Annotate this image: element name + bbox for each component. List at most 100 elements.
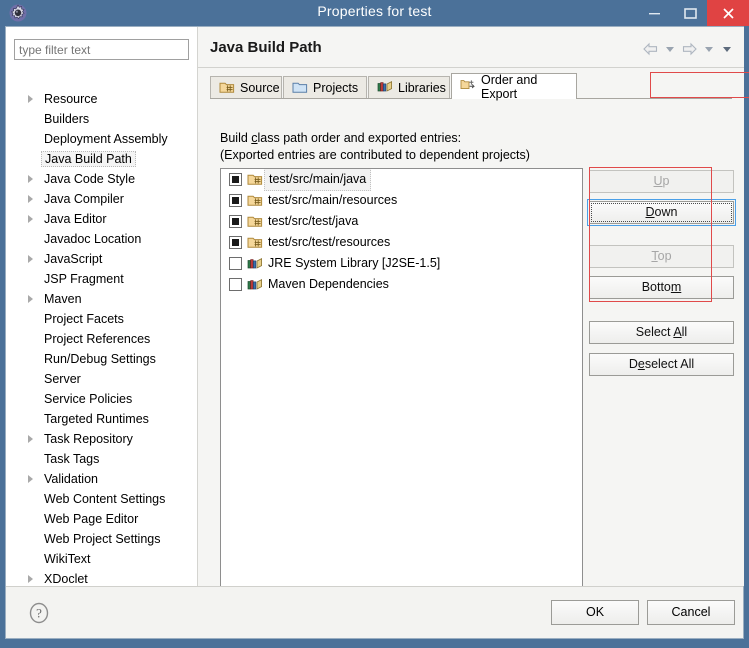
tab-order-and-export[interactable]: Order and Export [451, 73, 577, 101]
sidebar-item-java-code-style[interactable]: Java Code Style [6, 169, 197, 189]
entry-export-checkbox[interactable] [229, 173, 242, 186]
sidebar-item-javadoc-location[interactable]: Javadoc Location [6, 229, 197, 249]
ok-button[interactable]: OK [551, 600, 639, 625]
move-down-button[interactable]: Down [587, 199, 736, 226]
sidebar-item-label: Java Compiler [44, 192, 124, 206]
page-navigation-controls [642, 40, 734, 58]
view-menu-chevron-down-icon[interactable] [723, 46, 731, 52]
settings-tree[interactable]: Resource Builders Deployment Assembly Java … [6, 89, 197, 584]
move-up-button[interactable]: Up [589, 170, 734, 193]
maximize-button[interactable] [673, 0, 707, 26]
sidebar-item-java-editor[interactable]: Java Editor [6, 209, 197, 229]
sidebar-item-wikitext[interactable]: WikiText [6, 549, 197, 569]
settings-navigation-pane: Resource Builders Deployment Assembly Java … [6, 27, 198, 586]
sidebar-item-java-compiler[interactable]: Java Compiler [6, 189, 197, 209]
expand-arrow-icon[interactable] [28, 575, 33, 583]
move-top-button[interactable]: Top [589, 245, 734, 268]
expand-arrow-icon[interactable] [28, 475, 33, 483]
move-bottom-button[interactable]: Bottom [589, 276, 734, 299]
sidebar-item-web-content-settings[interactable]: Web Content Settings [6, 489, 197, 509]
expand-arrow-icon[interactable] [28, 295, 33, 303]
sidebar-item-label: Java Code Style [44, 172, 136, 186]
build-path-tabs: Source Projects Libraries Order and Export [210, 73, 732, 101]
build-path-entry-row[interactable]: test/src/test/resources [221, 232, 582, 253]
entry-export-checkbox[interactable] [229, 236, 242, 249]
entry-label: test/src/test/resources [268, 235, 391, 249]
forward-history-chevron-down-icon[interactable] [705, 46, 713, 52]
sidebar-item-project-references[interactable]: Project References [6, 329, 197, 349]
sidebar-item-xdoclet[interactable]: XDoclet [6, 569, 197, 584]
sidebar-item-javascript[interactable]: JavaScript [6, 249, 197, 269]
sidebar-item-label: Web Page Editor [44, 512, 139, 526]
sidebar-item-task-repository[interactable]: Task Repository [6, 429, 197, 449]
select-all-button[interactable]: Select All [589, 321, 734, 344]
build-path-entry-row[interactable]: Maven Dependencies [221, 274, 582, 295]
sidebar-item-service-policies[interactable]: Service Policies [6, 389, 197, 409]
back-arrow-icon[interactable] [642, 42, 659, 56]
sidebar-item-label: Java Editor [44, 212, 107, 226]
filter-input[interactable] [14, 39, 189, 60]
entry-export-checkbox[interactable] [229, 278, 242, 291]
build-path-entry-row[interactable]: test/src/test/java [221, 211, 582, 232]
svg-text:?: ? [36, 606, 42, 621]
dialog-client-area: Resource Builders Deployment Assembly Java … [5, 26, 749, 639]
expand-arrow-icon[interactable] [28, 215, 33, 223]
sidebar-item-label: XDoclet [44, 572, 88, 584]
back-history-chevron-down-icon[interactable] [666, 46, 674, 52]
deselect-all-button[interactable]: Deselect All [589, 353, 734, 376]
sidebar-item-deployment-assembly[interactable]: Deployment Assembly [6, 129, 197, 149]
minimize-button[interactable] [635, 0, 673, 26]
sidebar-item-validation[interactable]: Validation [6, 469, 197, 489]
entry-export-checkbox[interactable] [229, 194, 242, 207]
build-path-entry-row[interactable]: test/src/main/resources [221, 190, 582, 211]
sidebar-item-label: Targeted Runtimes [44, 412, 149, 426]
library-icon [247, 256, 263, 271]
expand-arrow-icon[interactable] [28, 95, 33, 103]
build-path-entries-list[interactable]: test/src/main/java test/src/main/resource… [220, 168, 583, 598]
sidebar-item-label: Task Tags [44, 452, 100, 466]
entry-label: Maven Dependencies [268, 277, 389, 291]
entry-export-checkbox[interactable] [229, 215, 242, 228]
sidebar-item-task-tags[interactable]: Task Tags [6, 449, 197, 469]
sidebar-item-targeted-runtimes[interactable]: Targeted Runtimes [6, 409, 197, 429]
sidebar-item-resource[interactable]: Resource [6, 89, 197, 109]
forward-arrow-icon[interactable] [681, 42, 698, 56]
sidebar-item-label: JSP Fragment [44, 272, 124, 286]
dialog-footer: ? OK Cancel [6, 587, 743, 638]
source-folder-icon [247, 193, 263, 208]
sidebar-item-label: Deployment Assembly [44, 132, 168, 146]
expand-arrow-icon[interactable] [28, 255, 33, 263]
sidebar-item-builders[interactable]: Builders [6, 109, 197, 129]
sidebar-item-run-debug-settings[interactable]: Run/Debug Settings [6, 349, 197, 369]
sidebar-item-server[interactable]: Server [6, 369, 197, 389]
help-icon[interactable]: ? [28, 602, 50, 627]
entry-label: test/src/main/java [264, 169, 372, 191]
tab-projects[interactable]: Projects [283, 76, 367, 99]
tab-source[interactable]: Source [210, 76, 282, 99]
expand-arrow-icon[interactable] [28, 175, 33, 183]
sidebar-item-label: Task Repository [44, 432, 133, 446]
sidebar-item-web-page-editor[interactable]: Web Page Editor [6, 509, 197, 529]
order-export-icon [460, 78, 476, 95]
sidebar-item-jsp-fragment[interactable]: JSP Fragment [6, 269, 197, 289]
sidebar-item-label: Resource [44, 92, 98, 106]
source-folder-icon [219, 80, 235, 97]
build-path-entry-row[interactable]: test/src/main/java [221, 169, 582, 191]
build-path-entry-row[interactable]: JRE System Library [J2SE-1.5] [221, 253, 582, 274]
expand-arrow-icon[interactable] [28, 435, 33, 443]
sidebar-item-maven[interactable]: Maven [6, 289, 197, 309]
sidebar-item-label: Web Content Settings [44, 492, 166, 506]
expand-arrow-icon[interactable] [28, 195, 33, 203]
title-bar: Properties for test [0, 0, 749, 26]
sidebar-item-label: Server [44, 372, 81, 386]
cancel-button[interactable]: Cancel [647, 600, 735, 625]
sidebar-item-label: Javadoc Location [44, 232, 142, 246]
sidebar-item-project-facets[interactable]: Project Facets [6, 309, 197, 329]
sidebar-item-label: Web Project Settings [44, 532, 161, 546]
entry-export-checkbox[interactable] [229, 257, 242, 270]
sidebar-item-java-build-path[interactable]: Java Build Path [6, 149, 197, 169]
sidebar-item-web-project-settings[interactable]: Web Project Settings [6, 529, 197, 549]
tab-libraries[interactable]: Libraries [368, 76, 450, 99]
libraries-icon [377, 79, 393, 97]
close-button[interactable] [707, 0, 749, 26]
